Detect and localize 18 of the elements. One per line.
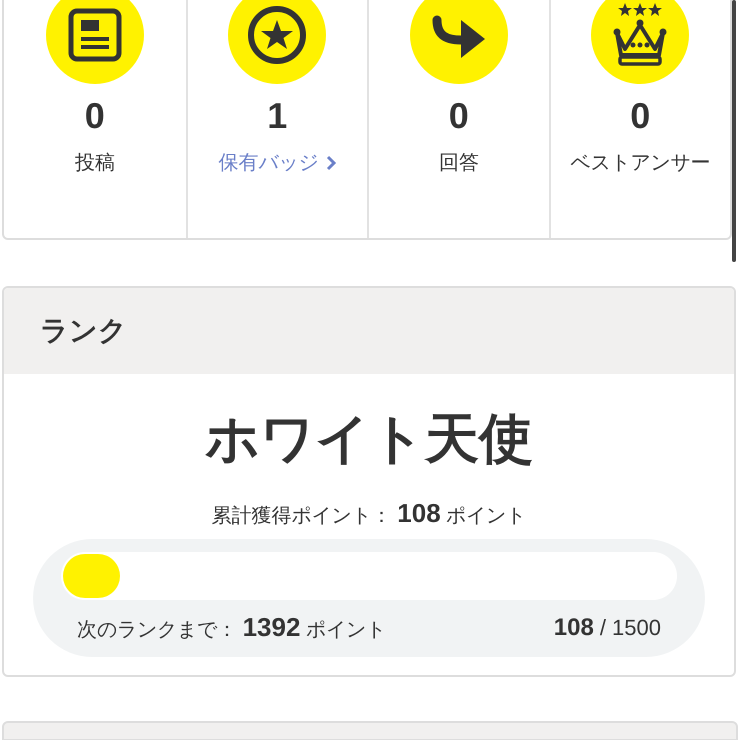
stat-count: 0	[84, 94, 105, 138]
scrollbar-thumb[interactable]	[732, 0, 736, 262]
stat-label: 投稿	[74, 151, 115, 176]
stat-label: ベストアンサー	[570, 151, 710, 176]
document-icon	[66, 7, 123, 63]
stat-count: 0	[630, 94, 650, 138]
next-rank-points: 次のランクまで： 1392 ポイント	[77, 611, 386, 644]
stat-count: 0	[448, 94, 469, 138]
rank-name: ホワイト天使	[205, 408, 533, 471]
badges-link[interactable]: 保有バッジ	[218, 148, 336, 178]
star-medal-icon	[246, 4, 308, 66]
chevron-right-icon	[326, 155, 336, 171]
card-title: ランク	[40, 314, 127, 348]
max-points: / 1500	[600, 614, 661, 642]
current-points: 108	[554, 612, 594, 642]
total-points: 累計獲得ポイント： 108 ポイント	[212, 497, 526, 530]
stat-count: 1	[267, 94, 288, 138]
stat-label: 回答	[438, 151, 479, 176]
